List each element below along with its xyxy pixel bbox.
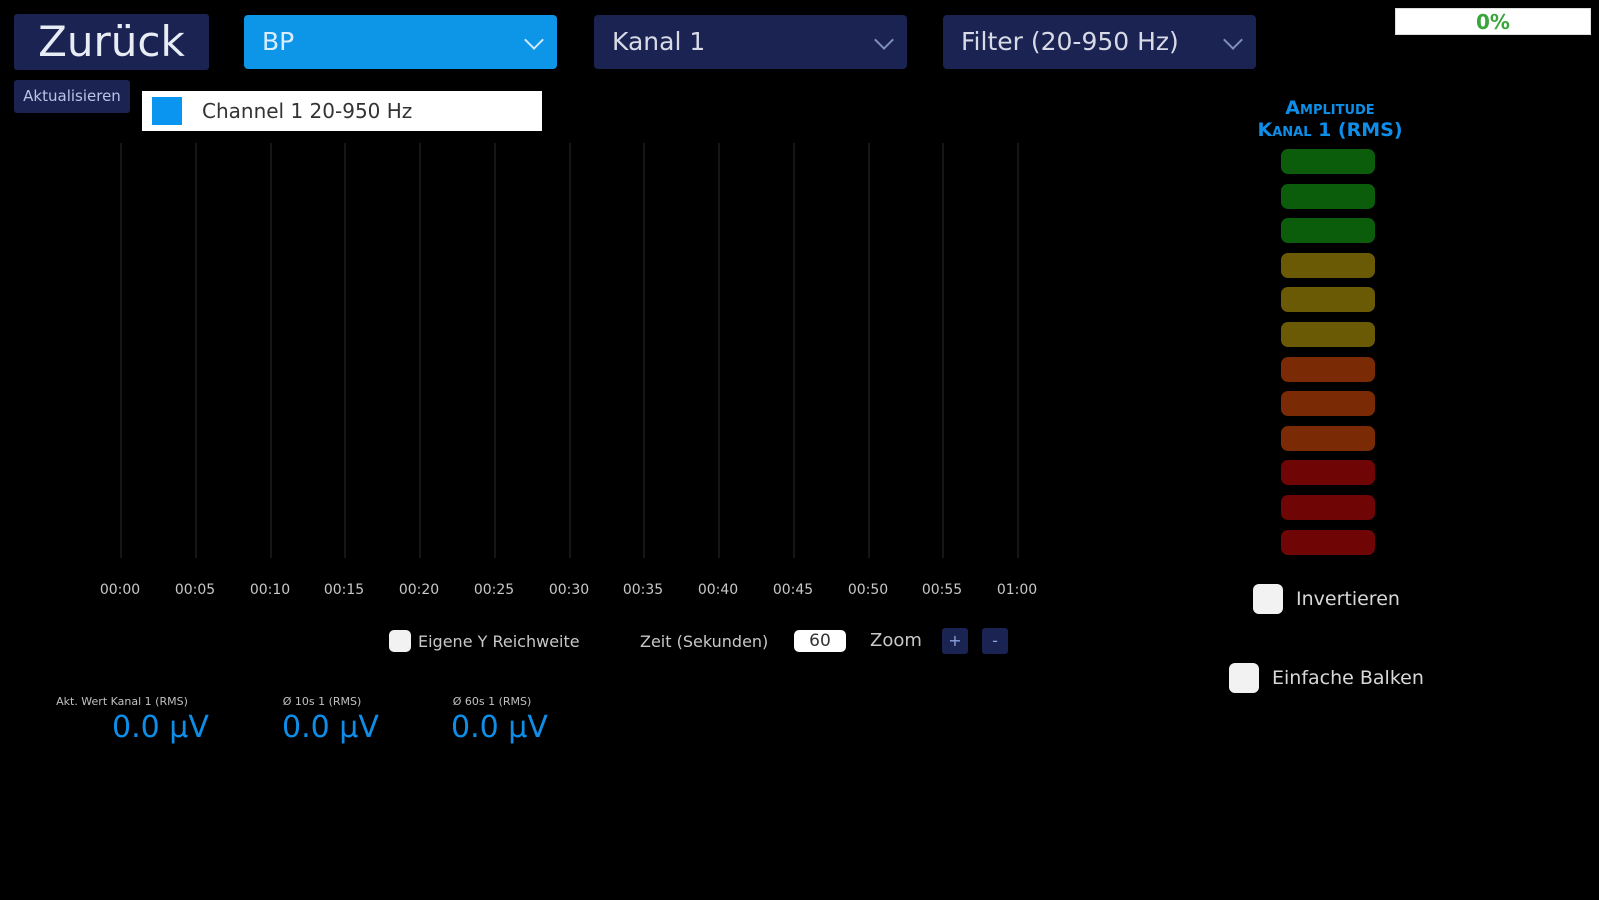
stat-60s-label: Ø 60s 1 (RMS) [452, 695, 532, 708]
filter-select-value: Filter (20-950 Hz) [961, 27, 1179, 56]
chart-gridline [793, 143, 795, 558]
chart-gridline [494, 143, 496, 558]
x-tick-label: 00:15 [323, 582, 365, 598]
zoom-out-button[interactable]: - [982, 628, 1008, 654]
zoom-in-button[interactable]: + [942, 628, 968, 654]
chevron-down-icon [874, 30, 894, 50]
zoom-label: Zoom [870, 630, 922, 651]
chart-gridline [643, 143, 645, 558]
invert-label: Invertieren [1296, 588, 1400, 610]
x-tick-label: 00:25 [473, 582, 515, 598]
amplitude-bar [1281, 460, 1375, 486]
x-tick-label: 01:00 [996, 582, 1038, 598]
stat-60s-value: 0.0 μV [451, 710, 548, 745]
x-tick-label: 00:55 [921, 582, 963, 598]
time-label: Zeit (Sekunden) [640, 632, 769, 651]
amplitude-bar [1281, 252, 1375, 278]
legend-label: Channel 1 20-950 Hz [202, 99, 413, 123]
amplitude-bar [1281, 183, 1375, 209]
chevron-down-icon [1223, 30, 1243, 50]
x-tick-label: 00:35 [622, 582, 664, 598]
stat-10s-value: 0.0 μV [282, 710, 379, 745]
amplitude-title-line1: Amplitude [1285, 97, 1375, 119]
amplitude-bar [1281, 495, 1375, 520]
amplitude-bar [1281, 391, 1375, 417]
progress-label: 0% [1476, 10, 1510, 34]
channel-select[interactable]: Kanal 1 [594, 15, 907, 69]
chart-gridline [718, 143, 720, 558]
amplitude-title: Amplitude Kanal 1 (RMS) [1235, 97, 1425, 141]
chart-legend: Channel 1 20-950 Hz [142, 91, 542, 131]
chart-gridline [195, 143, 197, 558]
amplitude-bar [1281, 149, 1375, 174]
amplitude-bar [1281, 356, 1375, 382]
chart-gridline [270, 143, 272, 558]
mode-select-value: BP [262, 27, 295, 56]
stat-current-label: Akt. Wert Kanal 1 (RMS) [56, 695, 188, 708]
x-tick-label: 00:20 [398, 582, 440, 598]
chart-gridline [1017, 143, 1019, 558]
legend-swatch [152, 97, 182, 125]
mode-select[interactable]: BP [244, 15, 557, 69]
time-input[interactable]: 60 [794, 630, 846, 652]
stat-current-value: 0.0 μV [112, 710, 209, 745]
progress-bar: 0% [1395, 8, 1591, 35]
chart-gridline [344, 143, 346, 558]
x-tick-label: 00:10 [249, 582, 291, 598]
own-y-range-label: Eigene Y Reichweite [418, 632, 580, 651]
amplitude-bar [1281, 425, 1375, 451]
amplitude-title-line2: Kanal 1 (RMS) [1257, 119, 1403, 141]
filter-select[interactable]: Filter (20-950 Hz) [943, 15, 1256, 69]
chart-gridline [120, 143, 122, 558]
own-y-range-checkbox[interactable] [389, 630, 411, 652]
amplitude-bar [1281, 322, 1375, 347]
chart-gridline [569, 143, 571, 558]
chart-gridline [868, 143, 870, 558]
amplitude-bar [1281, 287, 1375, 313]
refresh-button[interactable]: Aktualisieren [14, 80, 130, 113]
x-tick-label: 00:50 [847, 582, 889, 598]
chevron-down-icon [524, 30, 544, 50]
simple-bars-label: Einfache Balken [1272, 667, 1424, 689]
x-tick-label: 00:45 [772, 582, 814, 598]
x-tick-label: 00:00 [99, 582, 141, 598]
amplitude-bar [1281, 218, 1375, 244]
x-tick-label: 00:40 [697, 582, 739, 598]
x-tick-label: 00:05 [174, 582, 216, 598]
back-button[interactable]: Zurück [14, 14, 209, 70]
simple-bars-checkbox[interactable] [1229, 663, 1259, 693]
chart-gridline [419, 143, 421, 558]
invert-checkbox[interactable] [1253, 584, 1283, 614]
x-tick-label: 00:30 [548, 582, 590, 598]
amplitude-bar [1281, 529, 1375, 555]
chart-gridline [942, 143, 944, 558]
channel-select-value: Kanal 1 [612, 27, 706, 56]
